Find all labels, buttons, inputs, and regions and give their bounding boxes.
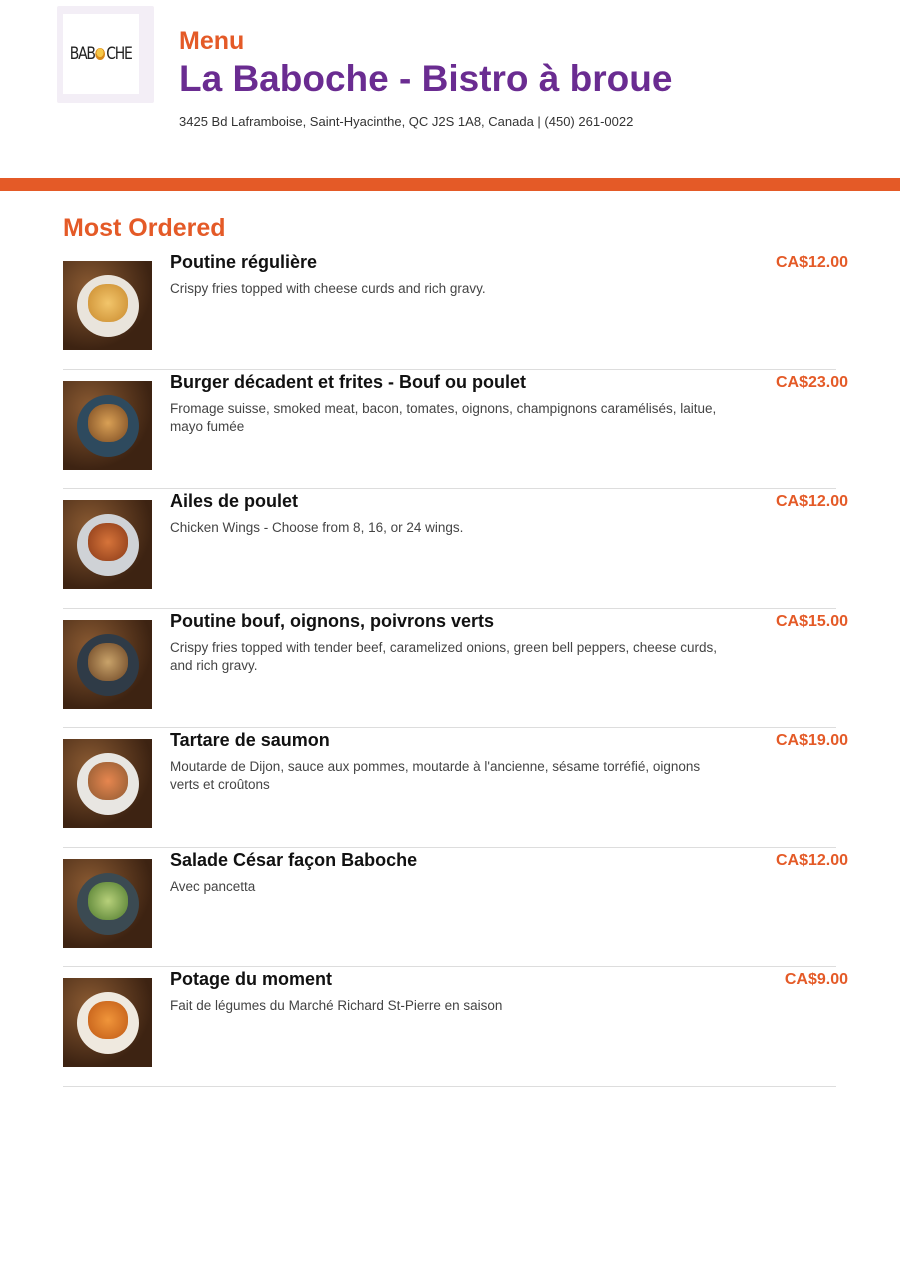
menu-item-name: Poutine régulière bbox=[170, 252, 318, 272]
burger-photo bbox=[63, 380, 152, 470]
menu-item-description: Moutarde de Dijon, sauce aux pommes, mou… bbox=[170, 759, 701, 792]
menu-item-name: Ailes de poulet bbox=[170, 491, 299, 511]
menu-item-description: Crispy fries topped with cheese curds an… bbox=[170, 281, 486, 296]
menu-item-description: Fait de légumes du Marché Richard St-Pie… bbox=[170, 998, 503, 1013]
menu-item-price: CA$15.00 bbox=[775, 612, 848, 630]
logo-frame: BAB CHE bbox=[63, 14, 139, 94]
restaurant-address: 3425 Bd Laframboise, Saint-Hyacinthe, QC… bbox=[179, 114, 634, 129]
menu-item-name: Tartare de saumon bbox=[170, 730, 330, 750]
menu-item-description: Crispy fries topped with tender beef, ca… bbox=[170, 639, 718, 673]
logo-wordmark: BAB CHE bbox=[70, 44, 133, 64]
poutine-photo bbox=[63, 261, 152, 350]
restaurant-name: La Baboche - Bistro à broue bbox=[179, 58, 673, 99]
section-title: Most Ordered bbox=[63, 214, 226, 242]
menu-item-name: Poutine bouf, oignons, poivrons verts bbox=[170, 610, 495, 631]
menu-item-description: Chicken Wings - Choose from 8, 16, or 24… bbox=[170, 520, 464, 535]
menu-label: Menu bbox=[179, 27, 245, 55]
menu-item-name: Potage du moment bbox=[170, 969, 333, 989]
menu-item[interactable]: Potage du moment Fait de légumes du Marc… bbox=[63, 967, 848, 1087]
menu-item-description: Fromage suisse, smoked meat, bacon, toma… bbox=[170, 400, 717, 434]
menu-item[interactable]: Poutine bouf, oignons, poivrons verts Cr… bbox=[63, 609, 848, 728]
menu-header: BAB CHE Menu La Baboche - Bistro à broue … bbox=[0, 0, 900, 178]
beef-poutine-photo bbox=[63, 619, 152, 709]
menu-item[interactable]: Salade César façon Baboche Avec pancetta… bbox=[63, 848, 848, 967]
menu-item-price: CA$19.00 bbox=[775, 732, 848, 749]
menu-item-name: Salade César façon Baboche bbox=[170, 849, 418, 870]
caesar-salad-photo bbox=[63, 858, 152, 948]
menu-item-price: CA$12.00 bbox=[775, 493, 848, 510]
menu-item-description: Avec pancetta bbox=[170, 878, 256, 894]
header-divider bbox=[0, 178, 900, 191]
restaurant-logo: BAB CHE bbox=[57, 6, 154, 103]
menu-item-price: CA$12.00 bbox=[775, 254, 848, 271]
menu-item-list: Poutine régulière Crispy fries topped wi… bbox=[63, 250, 848, 1087]
menu-item-price: CA$9.00 bbox=[784, 971, 848, 988]
menu-item-name: Burger décadent et frites - Bouf ou poul… bbox=[170, 371, 527, 392]
salmon-tartare-photo bbox=[63, 739, 152, 828]
menu-item[interactable]: Tartare de saumon Moutarde de Dijon, sau… bbox=[63, 728, 848, 848]
chicken-wings-photo bbox=[63, 500, 152, 589]
menu-item[interactable]: Poutine régulière Crispy fries topped wi… bbox=[63, 250, 848, 370]
soup-photo bbox=[63, 978, 152, 1067]
menu-item-price: CA$23.00 bbox=[775, 373, 848, 391]
menu-item[interactable]: Burger décadent et frites - Bouf ou poul… bbox=[63, 370, 848, 489]
menu-item[interactable]: Ailes de poulet Chicken Wings - Choose f… bbox=[63, 489, 848, 609]
menu-item-price: CA$12.00 bbox=[775, 851, 848, 869]
